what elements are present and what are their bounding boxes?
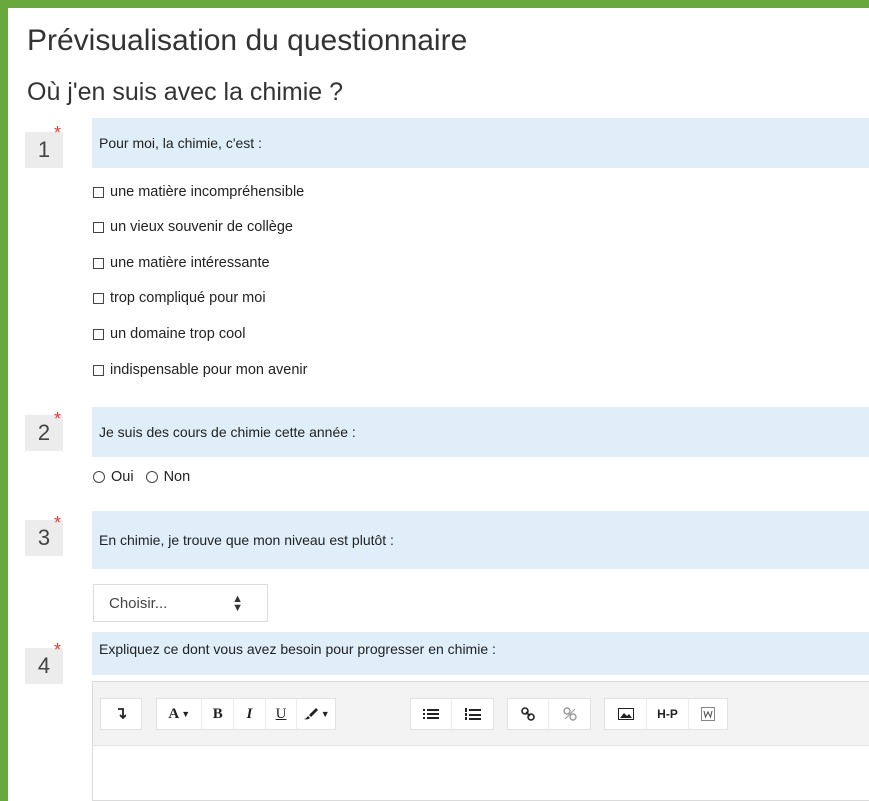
toolbar-group-format: A ▼ B I U ▼ — [156, 698, 336, 730]
link-icon[interactable] — [508, 699, 550, 729]
page-title: Prévisualisation du questionnaire — [27, 24, 468, 57]
underline-icon[interactable]: U — [266, 699, 298, 729]
word-paste-icon[interactable] — [689, 699, 727, 729]
checkbox-option[interactable]: un domaine trop cool — [93, 326, 245, 342]
required-marker: * — [54, 409, 62, 429]
option-label: indispensable pour mon avenir — [110, 362, 308, 378]
option-label: un vieux souvenir de collège — [110, 219, 293, 235]
level-select[interactable]: Choisir... ▲ ▼ — [93, 584, 268, 622]
question-text-1: Pour moi, la chimie, c'est : — [92, 118, 869, 168]
checkbox[interactable] — [93, 186, 104, 198]
question-text-3: En chimie, je trouve que mon niveau est … — [92, 511, 869, 569]
checkbox-option[interactable]: une matière intéressante — [93, 255, 270, 271]
editor-toolbar: A ▼ B I U ▼ H-P — [93, 682, 869, 746]
option-label: un domaine trop cool — [110, 326, 246, 342]
required-marker: * — [54, 123, 62, 143]
checkbox-option[interactable]: trop compliqué pour moi — [93, 290, 266, 306]
toolbar-group-insert: H-P — [604, 698, 728, 730]
checkbox[interactable] — [93, 364, 104, 376]
checkbox-option[interactable]: indispensable pour mon avenir — [93, 362, 308, 378]
numbered-list-icon[interactable] — [452, 699, 493, 729]
radio-non[interactable] — [145, 471, 158, 483]
image-icon[interactable] — [605, 699, 647, 729]
select-value: Choisir... — [109, 594, 168, 612]
rich-text-editor[interactable]: A ▼ B I U ▼ H-P — [92, 681, 869, 801]
toolbar-group-lists — [410, 698, 494, 730]
required-marker: * — [54, 640, 62, 660]
checkbox[interactable] — [93, 292, 104, 304]
checkbox-option[interactable]: un vieux souvenir de collège — [93, 219, 293, 235]
unlink-icon[interactable] — [549, 699, 590, 729]
question-text-2: Je suis des cours de chimie cette année … — [92, 407, 869, 457]
h5p-icon[interactable]: H-P — [647, 699, 689, 729]
checkbox[interactable] — [93, 221, 104, 233]
bullet-list-icon[interactable] — [411, 699, 453, 729]
required-marker: * — [54, 513, 62, 533]
radio-label-oui[interactable]: Oui — [111, 469, 134, 485]
radio-group: Oui Non — [93, 469, 202, 485]
italic-icon[interactable]: I — [234, 699, 266, 729]
collapse-icon[interactable] — [101, 699, 141, 729]
question-text-4: Expliquez ce dont vous avez besoin pour … — [92, 632, 869, 675]
font-color-icon[interactable]: A ▼ — [157, 699, 203, 729]
select-arrows-icon: ▲ ▼ — [232, 593, 243, 614]
survey-title: Où j'en suis avec la chimie ? — [27, 78, 344, 106]
checkbox[interactable] — [93, 328, 104, 340]
brush-icon[interactable]: ▼ — [297, 699, 335, 729]
checkbox[interactable] — [93, 257, 104, 269]
option-label: trop compliqué pour moi — [110, 290, 266, 306]
radio-label-non[interactable]: Non — [164, 469, 191, 485]
radio-oui[interactable] — [93, 471, 105, 483]
checkbox-option[interactable]: une matière incompréhensible — [93, 184, 304, 200]
option-label: une matière incompréhensible — [110, 184, 305, 200]
bold-icon[interactable]: B — [202, 699, 235, 729]
toolbar-group-links — [507, 698, 591, 730]
toolbar-group-collapse — [100, 698, 142, 730]
option-label: une matière intéressante — [110, 255, 270, 271]
